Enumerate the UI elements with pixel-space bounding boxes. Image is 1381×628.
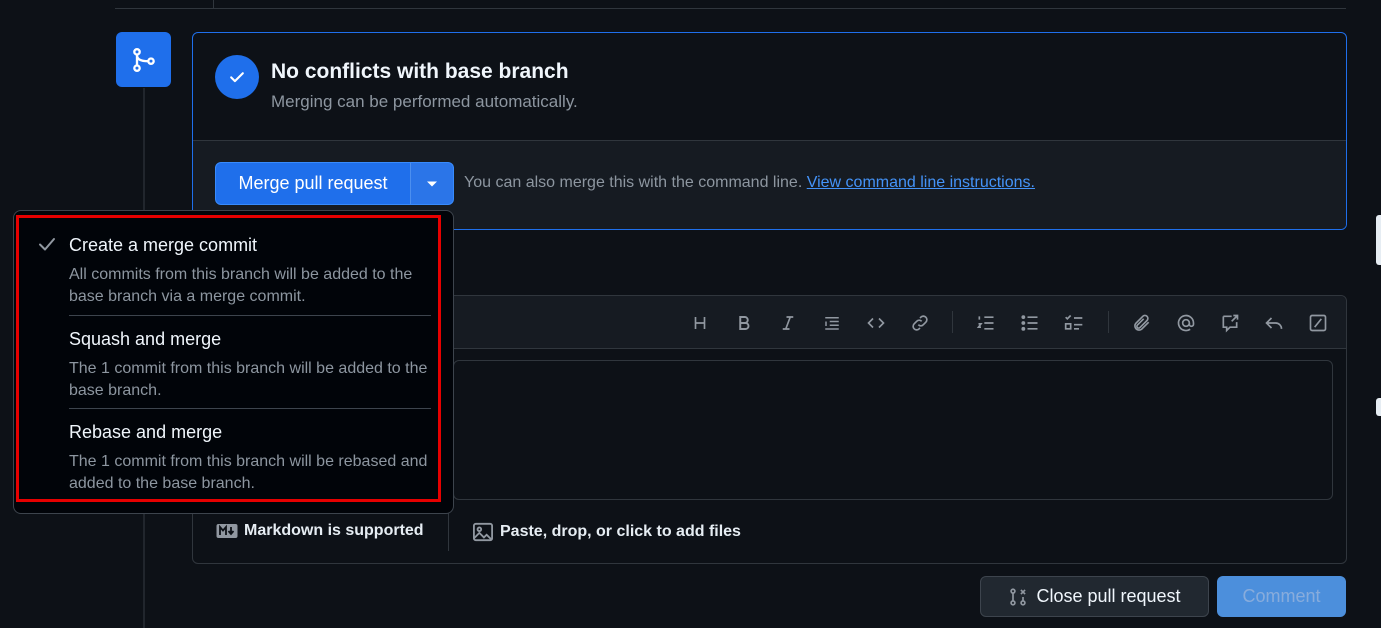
triangle-down-icon [427,181,437,186]
comment-textarea[interactable] [453,360,1333,500]
timeline-tick [213,0,214,9]
close-pr-label: Close pull request [1036,586,1181,606]
edge-scrollbar-marker [1376,398,1381,416]
comment-button[interactable]: Comment [1217,576,1346,617]
task-list-icon[interactable] [1062,311,1086,335]
add-files-button[interactable]: Paste, drop, or click to add files [472,522,741,542]
markdown-supported-link[interactable]: Markdown is supported [216,522,424,540]
command-line-hint: You can also merge this with the command… [464,174,1035,192]
markdown-label: Markdown is supported [244,522,424,539]
close-pull-request-button[interactable]: Close pull request [980,576,1209,617]
highlight-box [16,215,441,502]
merge-method-dropdown-button[interactable] [410,162,454,205]
timeline-top-divider [115,8,1346,9]
attach-icon[interactable] [1130,311,1154,335]
git-merge-icon [116,32,171,87]
reply-icon[interactable] [1262,311,1286,335]
unordered-list-icon[interactable] [1018,311,1042,335]
check-circle-icon [215,55,259,99]
bold-icon[interactable] [732,311,756,335]
slash-commands-icon[interactable] [1306,311,1330,335]
reference-icon[interactable] [1218,311,1242,335]
toolbar-divider [1108,311,1109,333]
toolbar-divider [952,311,953,333]
ordered-list-icon[interactable] [974,311,998,335]
merge-pull-request-button[interactable]: Merge pull request [215,162,411,205]
italic-icon[interactable] [776,311,800,335]
link-icon[interactable] [908,311,932,335]
merge-status-subtitle: Merging can be performed automatically. [271,92,578,111]
heading-icon[interactable] [688,311,712,335]
code-icon[interactable] [864,311,888,335]
command-line-text: You can also merge this with the command… [464,174,803,191]
merge-status-title: No conflicts with base branch [271,60,569,83]
quote-icon[interactable] [820,311,844,335]
edge-scrollbar-marker [1376,215,1381,265]
footer-divider [448,513,449,551]
image-icon [473,522,493,542]
mention-icon[interactable] [1174,311,1198,335]
markdown-icon [216,524,238,538]
add-files-label: Paste, drop, or click to add files [500,523,741,540]
command-line-instructions-link[interactable]: View command line instructions. [807,174,1035,191]
git-pull-request-closed-icon [1010,587,1027,606]
